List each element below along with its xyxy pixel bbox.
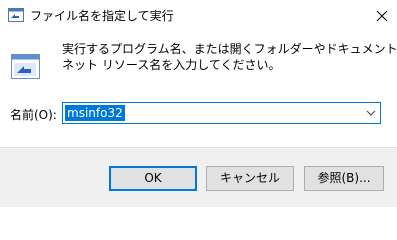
close-icon[interactable] — [370, 4, 394, 28]
description-line: 実行するプログラム名、または開くフォルダーやドキュメント名、インター — [62, 42, 397, 56]
chevron-down-icon[interactable] — [365, 107, 377, 119]
description-line: ネット リソース名を入力してください。 — [62, 58, 281, 72]
open-combobox[interactable]: msinfo32 — [62, 102, 381, 124]
run-dialog-window: ファイル名を指定して実行 実行するプログラム名、または開くフォルダーやドキュメン… — [0, 0, 397, 207]
button-bar: OK キャンセル 参照(B)... — [0, 147, 397, 207]
open-label: 名前(O): — [10, 108, 57, 122]
browse-button[interactable]: 参照(B)... — [304, 166, 384, 191]
open-input-value[interactable]: msinfo32 — [65, 105, 125, 121]
ok-button[interactable]: OK — [109, 166, 197, 191]
title-bar: ファイル名を指定して実行 — [0, 0, 397, 32]
run-dialog-icon — [11, 54, 40, 79]
cancel-button[interactable]: キャンセル — [206, 166, 294, 191]
run-icon — [8, 8, 24, 22]
window-title: ファイル名を指定して実行 — [30, 9, 174, 23]
description-text: 実行するプログラム名、または開くフォルダーやドキュメント名、インター ネット リ… — [62, 41, 397, 73]
